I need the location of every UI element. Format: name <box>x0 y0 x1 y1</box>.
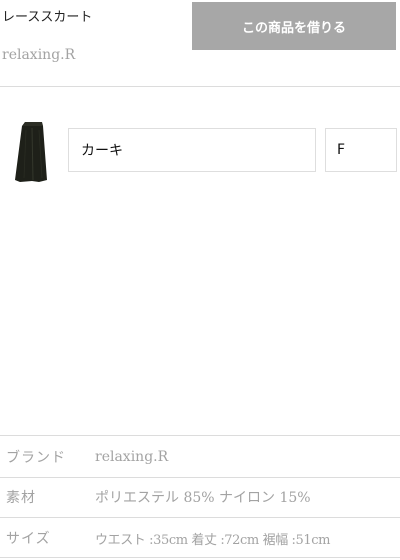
spec-label: ブランド <box>6 450 66 466</box>
color-select[interactable]: カーキ <box>68 128 316 172</box>
product-name: レーススカート <box>2 10 93 25</box>
spec-row-material: 素材 ポリエステル 85% ナイロン 15% <box>0 477 400 517</box>
spec-value: ウエスト :35cm 着丈 :72cm 裾幅 :51cm <box>95 532 331 548</box>
spec-label: 素材 <box>6 490 36 506</box>
color-value: カーキ <box>81 143 123 159</box>
rent-button[interactable]: この商品を借りる <box>192 2 396 50</box>
header-divider <box>0 86 400 87</box>
spec-row-size: サイズ ウエスト :35cm 着丈 :72cm 裾幅 :51cm <box>0 518 400 558</box>
spec-value: relaxing.R <box>95 449 169 465</box>
spec-divider-bottom <box>0 557 400 558</box>
brand-name: relaxing.R <box>2 47 76 63</box>
skirt-thumbnail-icon <box>15 122 47 182</box>
spec-label: サイズ <box>6 531 51 547</box>
spec-divider-top <box>0 435 400 436</box>
size-value: F <box>337 142 346 158</box>
spec-row-brand: ブランド relaxing.R <box>0 437 400 477</box>
size-select[interactable]: F <box>325 128 397 172</box>
spec-value: ポリエステル 85% ナイロン 15% <box>95 490 311 506</box>
